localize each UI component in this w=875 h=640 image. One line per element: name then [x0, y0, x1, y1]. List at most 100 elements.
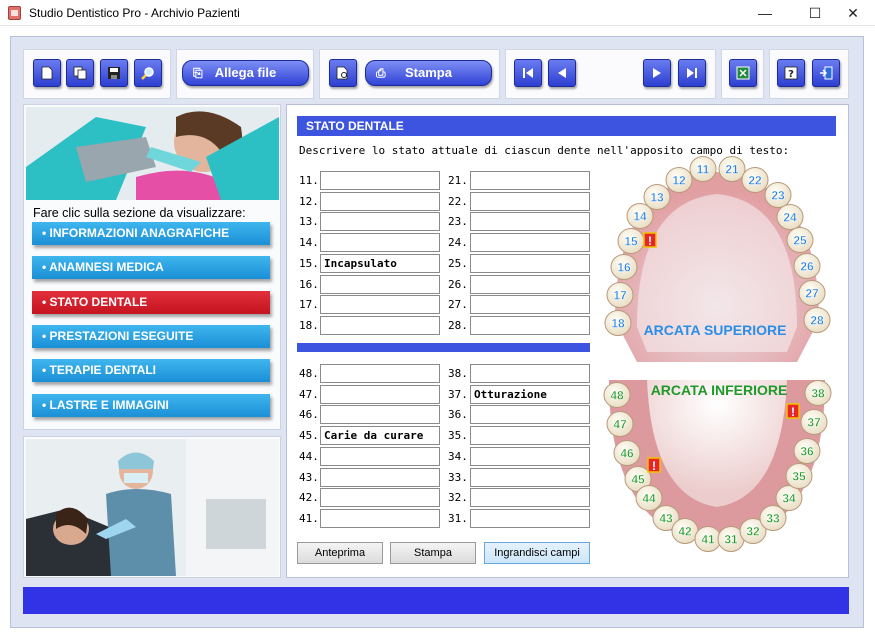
upper-tooth-15[interactable]: 15 — [617, 228, 645, 254]
tooth-field[interactable] — [470, 233, 590, 253]
tooth-field[interactable] — [470, 508, 590, 528]
tooth-field[interactable]: Otturazione — [470, 384, 590, 404]
tooth-number: 26 — [800, 260, 814, 274]
upper-tooth-11[interactable]: 11 — [689, 156, 717, 182]
tooth-field[interactable] — [320, 364, 440, 383]
tooth-field[interactable] — [470, 405, 590, 425]
save-button[interactable] — [100, 59, 128, 87]
stampa-toolbar-button[interactable]: ⎙ Stampa — [365, 60, 492, 86]
tooth-number: 11 — [697, 163, 710, 177]
dental-photo-top — [26, 107, 279, 200]
upper-tooth-24[interactable]: 24 — [776, 204, 804, 230]
ingrandisci-campi-button[interactable]: Ingrandisci campi — [484, 542, 590, 564]
upper-tooth-28[interactable]: 28 — [803, 307, 831, 333]
tooth-field[interactable] — [470, 295, 590, 315]
tooth-label: 12. — [299, 194, 319, 208]
minimize-button[interactable]: — — [743, 0, 787, 26]
nav-lastre-e-immagini[interactable]: • LASTRE E IMMAGINI — [32, 394, 270, 417]
lower-tooth-48[interactable]: 48 — [603, 382, 631, 408]
tooth-number: 47 — [613, 418, 627, 432]
lower-tooth-46[interactable]: 46 — [613, 440, 641, 466]
tooth-field[interactable] — [470, 488, 590, 508]
upper-tooth-17[interactable]: 17 — [606, 282, 634, 308]
tooth-field[interactable] — [470, 171, 590, 190]
tooth-number: 23 — [771, 189, 785, 203]
tooth-field[interactable] — [470, 467, 590, 487]
tooth-field[interactable] — [320, 233, 440, 253]
lower-tooth-34[interactable]: 34 — [775, 485, 803, 511]
allega-file-button[interactable]: ⎘ Allega file — [182, 60, 309, 86]
tooth-label: 17. — [299, 298, 319, 312]
nav-anamnesi-medica[interactable]: • ANAMNESI MEDICA — [32, 256, 270, 279]
stampa-button[interactable]: Stampa — [390, 542, 476, 564]
lower-tooth-37[interactable]: 37 — [800, 409, 828, 435]
tooth-field[interactable] — [320, 274, 440, 294]
help-button[interactable]: ? — [777, 59, 805, 87]
tooth-field[interactable] — [320, 488, 440, 508]
lower-tooth-41[interactable]: 41 — [694, 526, 722, 552]
lower-tooth-36[interactable]: 36 — [793, 438, 821, 464]
tooth-field[interactable] — [320, 384, 440, 404]
previous-record-button[interactable] — [548, 59, 576, 87]
tooth-field[interactable] — [320, 446, 440, 466]
tooth-field[interactable] — [320, 191, 440, 211]
tooth-field[interactable] — [320, 508, 440, 528]
svg-text:!: ! — [652, 459, 656, 473]
upper-tooth-14[interactable]: 14 — [626, 203, 654, 229]
tooth-field[interactable] — [470, 315, 590, 335]
anteprima-button[interactable]: Anteprima — [297, 542, 383, 564]
tooth-field[interactable]: Carie da curare — [320, 426, 440, 446]
exit-button[interactable] — [812, 59, 840, 87]
tooth-field[interactable] — [320, 315, 440, 335]
copy-button[interactable] — [66, 59, 94, 87]
excel-export-button[interactable] — [729, 59, 757, 87]
lower-tooth-38[interactable]: 38 — [804, 380, 832, 406]
nav-terapie-dentali[interactable]: • TERAPIE DENTALI — [32, 359, 270, 382]
close-button[interactable]: ✕ — [831, 0, 875, 26]
upper-tooth-12[interactable]: 12 — [665, 167, 693, 193]
tooth-field[interactable] — [470, 446, 590, 466]
upper-tooth-23[interactable]: 23 — [764, 182, 792, 208]
lower-tooth-44[interactable]: 44 — [635, 485, 663, 511]
tooth-field[interactable] — [320, 171, 440, 190]
tooth-number: 14 — [633, 210, 647, 224]
tooth-field[interactable] — [470, 426, 590, 446]
nav-prestazioni-eseguite[interactable]: • PRESTAZIONI ESEGUITE — [32, 325, 270, 348]
excel-icon — [736, 66, 750, 80]
tooth-field[interactable] — [470, 253, 590, 273]
tooth-label: 16. — [299, 277, 319, 291]
lower-tooth-33[interactable]: 33 — [759, 505, 787, 531]
upper-tooth-18[interactable]: 18 — [604, 310, 632, 336]
last-record-button[interactable] — [678, 59, 706, 87]
tooth-field[interactable]: Incapsulato — [320, 253, 440, 273]
upper-tooth-27[interactable]: 27 — [798, 280, 826, 306]
upper-tooth-21[interactable]: 21 — [718, 156, 746, 182]
tooth-field[interactable] — [470, 191, 590, 211]
nav-informazioni-anagrafiche[interactable]: • INFORMAZIONI ANAGRAFICHE — [32, 222, 270, 245]
help-icon: ? — [784, 66, 798, 80]
upper-tooth-22[interactable]: 22 — [741, 167, 769, 193]
tooth-field[interactable] — [470, 274, 590, 294]
first-record-button[interactable] — [514, 59, 542, 87]
upper-tooth-25[interactable]: 25 — [786, 227, 814, 253]
next-record-button[interactable] — [643, 59, 671, 87]
tooth-field[interactable] — [320, 212, 440, 232]
lower-tooth-42[interactable]: 42 — [671, 518, 699, 544]
lower-tooth-47[interactable]: 47 — [606, 411, 634, 437]
tooth-field[interactable] — [320, 467, 440, 487]
tooth-number: 28 — [810, 314, 824, 328]
tooth-field[interactable] — [470, 364, 590, 383]
preview-button[interactable] — [329, 59, 357, 87]
nav-stato-dentale[interactable]: • STATO DENTALE — [32, 291, 270, 314]
upper-tooth-16[interactable]: 16 — [610, 254, 638, 280]
lower-tooth-35[interactable]: 35 — [785, 463, 813, 489]
tooth-field[interactable] — [320, 405, 440, 425]
new-button[interactable] — [33, 59, 61, 87]
upper-arch-label: ARCATA SUPERIORE — [644, 322, 787, 338]
tooth-field[interactable] — [470, 212, 590, 232]
upper-tooth-26[interactable]: 26 — [793, 253, 821, 279]
search-button[interactable] — [134, 59, 162, 87]
preview-icon — [336, 66, 348, 80]
previous-record-icon — [558, 68, 566, 78]
tooth-field[interactable] — [320, 295, 440, 315]
